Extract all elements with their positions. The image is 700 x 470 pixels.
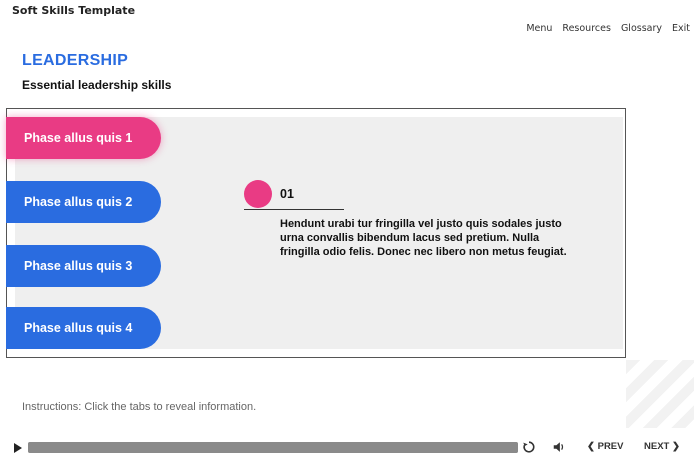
prev-button[interactable]: ❮ PREV	[587, 441, 623, 452]
page-subtitle: Essential leadership skills	[22, 78, 172, 92]
progress-fill	[28, 442, 518, 453]
page-title: LEADERSHIP	[22, 52, 129, 69]
prev-label: PREV	[597, 441, 624, 452]
tab-label: Phase allus quis 4	[24, 321, 133, 335]
resources-link[interactable]: Resources	[562, 23, 611, 34]
glossary-link[interactable]: Glossary	[621, 23, 662, 34]
instructions-text: Instructions: Click the tabs to reveal i…	[22, 401, 257, 413]
tab-phase-2[interactable]: Phase allus quis 2	[6, 181, 161, 223]
tab-label: Phase allus quis 2	[24, 195, 133, 209]
progress-bar[interactable]	[28, 442, 518, 453]
play-icon[interactable]	[14, 443, 22, 453]
tab-phase-3[interactable]: Phase allus quis 3	[6, 245, 161, 287]
menu-link[interactable]: Menu	[526, 23, 552, 34]
replay-icon[interactable]	[522, 440, 536, 454]
tab-label: Phase allus quis 1	[24, 131, 133, 145]
next-button[interactable]: NEXT ❯	[644, 441, 680, 452]
player-controls: ❮ PREV NEXT ❯	[0, 438, 700, 460]
content-body-text: Hendunt urabi tur fringilla vel justo qu…	[280, 218, 567, 258]
next-label: NEXT	[644, 441, 670, 452]
tab-phase-1[interactable]: Phase allus quis 1	[6, 117, 161, 159]
tab-phase-4[interactable]: Phase allus quis 4	[6, 307, 161, 349]
tab-label: Phase allus quis 3	[24, 259, 133, 273]
decorative-stripes	[626, 360, 694, 428]
volume-icon[interactable]	[552, 440, 566, 454]
top-navigation: Menu Resources Glossary Exit	[526, 23, 690, 34]
content-number: 01	[280, 187, 294, 201]
content-divider	[244, 209, 344, 210]
exit-link[interactable]: Exit	[672, 23, 690, 34]
circle-marker-icon	[244, 180, 272, 208]
app-title: Soft Skills Template	[12, 4, 136, 17]
